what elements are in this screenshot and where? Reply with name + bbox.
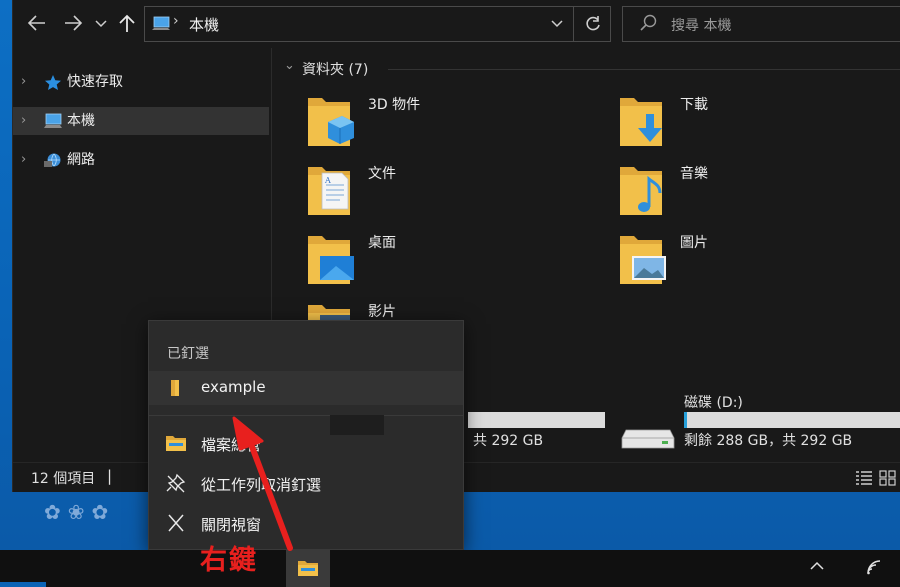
wifi-icon[interactable] <box>866 559 888 577</box>
action-label: 檔案總管 <box>201 436 262 454</box>
nav-item-this-pc[interactable]: › 本機 <box>13 107 269 135</box>
open-file-explorer-button[interactable]: 檔案總管 <box>149 425 463 461</box>
folder-icon <box>171 380 179 396</box>
folder-label: 影片 <box>368 304 396 320</box>
nav-label: 快速存取 <box>67 74 123 90</box>
close-window-button[interactable]: 關閉視窗 <box>149 505 463 541</box>
folder-label: 文件 <box>368 166 396 182</box>
close-icon <box>168 514 184 532</box>
folder-label: 圖片 <box>680 235 708 251</box>
documents-folder-icon: A <box>308 167 350 215</box>
refresh-icon <box>585 16 600 31</box>
pinned-section-header: 已釘選 <box>167 346 209 362</box>
drive-c-usage-bar <box>468 412 605 428</box>
action-label: 從工作列取消釘選 <box>201 476 322 494</box>
desktop-folder-icon <box>308 236 354 284</box>
annotation-label: 右鍵 <box>200 545 258 576</box>
address-bar[interactable]: › 本機 <box>144 6 611 42</box>
forward-button[interactable] <box>61 10 85 36</box>
drive-icon <box>621 429 675 449</box>
nav-item-network[interactable]: › 網路 <box>13 146 269 174</box>
drive-d-usage-fill <box>684 412 687 428</box>
group-divider <box>388 69 900 70</box>
music-folder-icon <box>620 167 662 215</box>
taskbar-file-explorer-button[interactable] <box>286 550 330 587</box>
pinned-item-example[interactable]: example <box>149 371 463 405</box>
svg-text:A: A <box>324 176 331 185</box>
details-view-icon[interactable] <box>855 470 873 486</box>
drive-c-space-text: 共 292 GB <box>473 433 544 449</box>
folder-label: 3D 物件 <box>368 97 421 113</box>
computer-icon <box>152 16 170 30</box>
drive-d-usage-bar <box>684 412 900 428</box>
star-icon <box>45 75 61 90</box>
network-icon <box>44 153 61 167</box>
show-hidden-icons-button[interactable] <box>808 556 826 580</box>
group-title: 資料夾 (7) <box>302 62 369 78</box>
folder-3d-objects[interactable]: 3D 物件 <box>306 94 606 160</box>
start-area-accent <box>0 582 46 587</box>
taskbar-jump-list: 已釘選 example 檔案總管 從工作列取消釘選 關閉視窗 <box>148 320 464 550</box>
folder-pictures[interactable]: 圖片 <box>618 232 900 298</box>
file-explorer-icon <box>166 436 186 451</box>
watermark-logo: ✿ ❀ ✿ <box>44 500 109 524</box>
taskbar <box>0 550 900 587</box>
nav-label: 網路 <box>67 152 95 168</box>
folder-downloads[interactable]: 下載 <box>618 94 900 160</box>
folder-label: 下載 <box>680 97 708 113</box>
search-icon <box>640 14 657 31</box>
drive-d-space-text: 剩餘 288 GB，共 292 GB <box>684 433 853 449</box>
address-path: 本機 <box>189 16 220 34</box>
large-icons-view-icon[interactable] <box>879 470 897 486</box>
folder-music[interactable]: 音樂 <box>618 163 900 229</box>
up-button[interactable] <box>115 10 139 36</box>
unpin-from-taskbar-button[interactable]: 從工作列取消釘選 <box>149 465 463 501</box>
nav-label: 本機 <box>67 113 95 129</box>
chevron-right-icon[interactable]: › <box>21 146 26 174</box>
address-dropdown-button[interactable] <box>549 12 565 38</box>
pictures-folder-icon <box>620 236 666 284</box>
computer-icon <box>44 113 62 128</box>
refresh-button[interactable] <box>573 7 611 41</box>
drive-d[interactable]: 磁碟 (D:) 剩餘 288 GB，共 292 GB <box>618 388 900 462</box>
search-input[interactable]: 搜尋 本機 <box>622 6 900 42</box>
folders-group-header[interactable]: ⌄ 資料夾 (7) <box>284 58 900 80</box>
chevron-right-icon: › <box>173 13 179 29</box>
folder-label: 桌面 <box>368 235 396 251</box>
drive-d-title: 磁碟 (D:) <box>684 395 743 411</box>
action-label: 關閉視窗 <box>201 516 262 534</box>
jump-list-divider <box>149 415 463 416</box>
chevron-right-icon[interactable]: › <box>21 107 26 135</box>
address-toolbar: › 本機 搜尋 本機 <box>13 0 900 48</box>
status-separator: | <box>107 467 113 485</box>
recent-locations-button[interactable] <box>89 10 113 36</box>
search-placeholder: 搜尋 本機 <box>671 18 732 34</box>
file-explorer-icon <box>298 561 318 576</box>
unpin-icon <box>166 473 186 493</box>
back-button[interactable] <box>25 10 49 36</box>
folder-label: 音樂 <box>680 166 708 182</box>
folder-desktop[interactable]: 桌面 <box>306 232 606 298</box>
folder-documents[interactable]: A 文件 <box>306 163 606 229</box>
downloads-folder-icon <box>620 98 662 146</box>
chevron-right-icon[interactable]: › <box>21 68 26 96</box>
3d-objects-folder-icon <box>308 98 354 146</box>
chevron-down-icon: ⌄ <box>284 58 295 73</box>
pinned-item-label: example <box>201 378 266 396</box>
item-count: 12 個項目 <box>31 471 96 487</box>
nav-item-quick-access[interactable]: › 快速存取 <box>13 68 269 96</box>
